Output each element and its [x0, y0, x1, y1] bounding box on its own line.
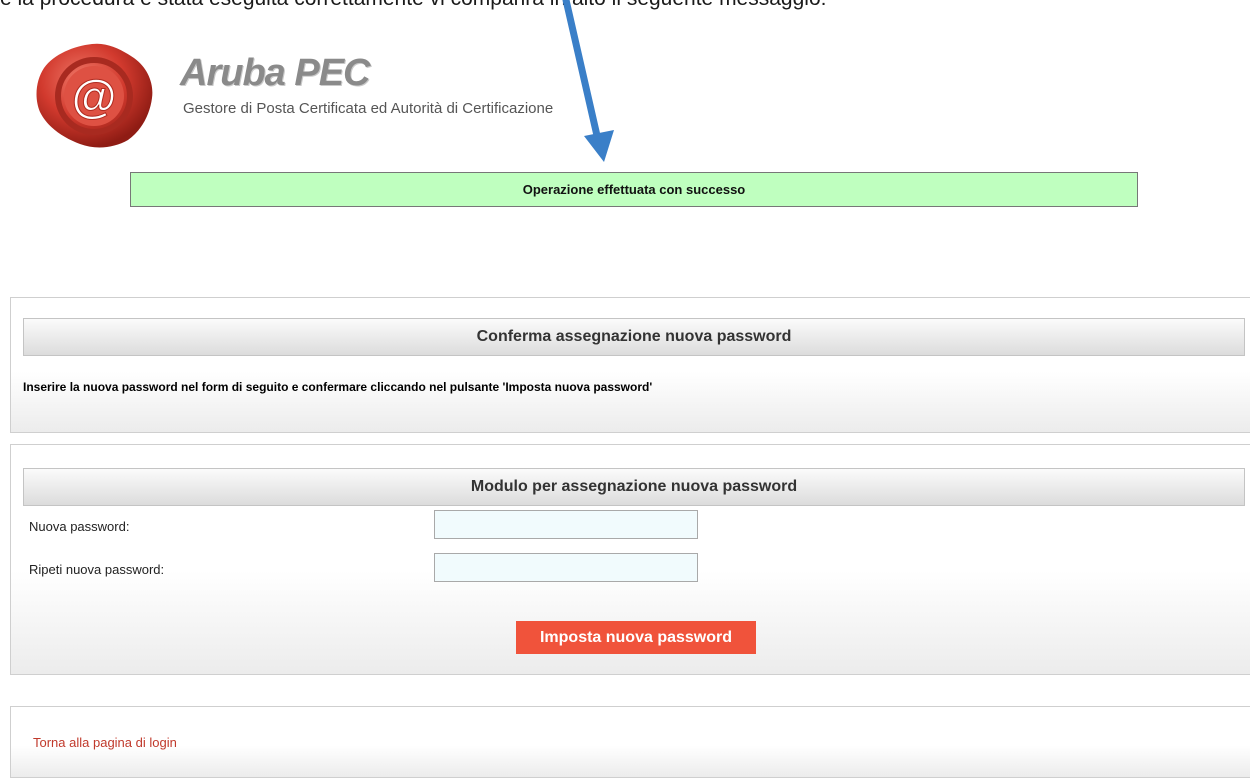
footer-panel: Torna alla pagina di login: [10, 706, 1250, 778]
svg-text:@: @: [72, 70, 117, 122]
success-message-text: Operazione effettuata con successo: [522, 182, 746, 197]
brand-name: Aruba PEC: [180, 52, 370, 94]
repeat-password-label: Ripeti nuova password:: [29, 562, 165, 577]
at-wax-seal-icon: @: [36, 43, 153, 148]
repeat-password-input[interactable]: [434, 553, 698, 582]
brand-tagline: Gestore di Posta Certificata ed Autorità…: [183, 100, 554, 117]
password-form-panel: Modulo per assegnazione nuova password N…: [10, 444, 1250, 675]
back-to-login-link[interactable]: Torna alla pagina di login: [33, 735, 177, 750]
confirm-instructions: Inserire la nuova password nel form di s…: [23, 380, 653, 394]
form-panel-title: Modulo per assegnazione nuova password: [470, 478, 798, 495]
new-password-label: Nuova password:: [29, 519, 130, 534]
success-message: Operazione effettuata con successo: [130, 172, 1138, 207]
set-new-password-button[interactable]: Imposta nuova password: [516, 621, 756, 654]
new-password-input[interactable]: [434, 510, 698, 539]
form-panel-header: Modulo per assegnazione nuova password: [23, 468, 1245, 506]
document-caption: e la procedura è stata eseguita corretta…: [0, 0, 826, 11]
annotation-arrow: [562, 0, 614, 162]
confirm-panel-title: Conferma assegnazione nuova password: [476, 328, 792, 345]
confirm-panel-header: Conferma assegnazione nuova password: [23, 318, 1245, 356]
confirm-panel: Conferma assegnazione nuova password Ins…: [10, 297, 1250, 433]
